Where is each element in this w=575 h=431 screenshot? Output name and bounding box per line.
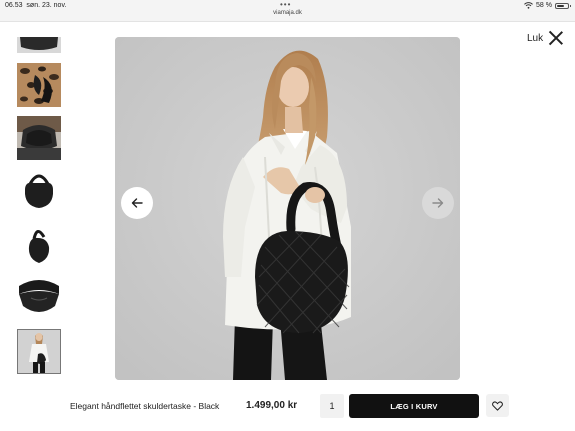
close-label: Luk: [527, 32, 544, 44]
status-time: 06.53 søn. 23. nov.: [5, 2, 66, 9]
previous-image-button[interactable]: [121, 187, 153, 219]
battery-icon: [555, 2, 571, 9]
multitask-dots[interactable]: •••: [280, 0, 291, 9]
add-to-cart-button[interactable]: LÆG I KURV: [349, 394, 479, 418]
product-name: Elegant håndflettet skuldertaske - Black: [70, 401, 220, 411]
battery-percent: 58 %: [536, 2, 552, 9]
heart-icon: [492, 400, 503, 411]
status-date: søn. 23. nov.: [26, 2, 67, 9]
thumbnail-bag-top[interactable]: [17, 37, 61, 53]
status-indicators: 58 %: [524, 2, 571, 9]
thumbnail-bag-front[interactable]: [17, 170, 61, 214]
quantity-input[interactable]: 1: [320, 394, 344, 418]
status-bar: 06.53 søn. 23. nov. ••• viamaja.dk 58 %: [0, 0, 575, 22]
close-icon: [549, 31, 563, 45]
main-product-image: [115, 37, 460, 380]
product-price: 1.499,00 kr: [246, 400, 298, 411]
thumbnail-leopard[interactable]: [17, 63, 61, 107]
next-image-button[interactable]: [422, 187, 454, 219]
thumbnail-model[interactable]: [17, 329, 61, 374]
arrow-right-icon: [432, 198, 444, 208]
wifi-icon: [524, 2, 533, 9]
status-clock: 06.53: [5, 2, 23, 9]
close-button[interactable]: Luk: [527, 31, 563, 45]
arrow-left-icon: [131, 198, 143, 208]
thumbnail-bag-open[interactable]: [17, 276, 61, 320]
thumbnail-bag-worn[interactable]: [17, 116, 61, 160]
model-with-bag-photo: [115, 37, 460, 380]
address-bar[interactable]: viamaja.dk: [0, 10, 575, 16]
wishlist-button[interactable]: [486, 394, 509, 417]
thumbnail-bag-side[interactable]: [17, 223, 61, 267]
